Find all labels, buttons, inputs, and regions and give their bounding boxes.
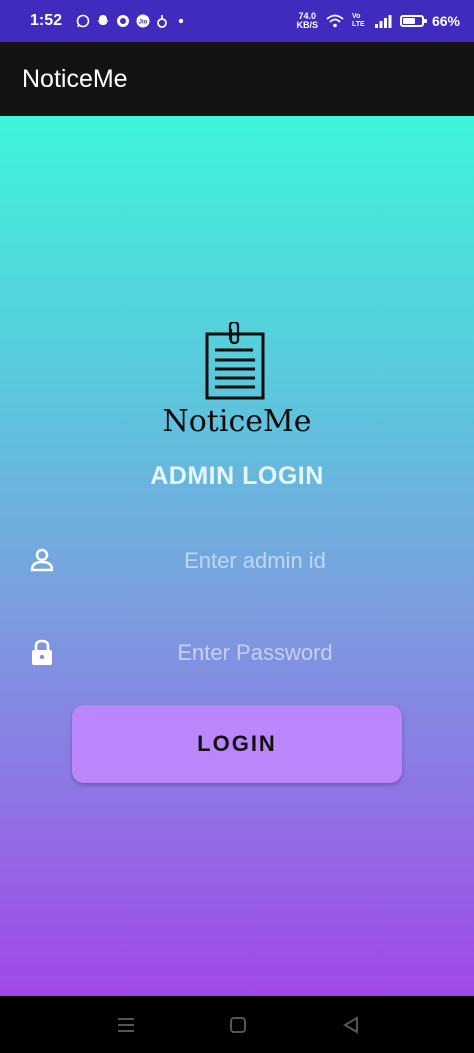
password-row xyxy=(0,628,474,674)
status-bar: 1:52 Jio 74.0 KB/S Vo LTE 66% xyxy=(0,0,474,42)
signal-icon xyxy=(374,15,392,28)
battery-icon xyxy=(399,15,427,27)
login-screen: NoticeMe ADMIN LOGIN LOGIN xyxy=(0,116,474,996)
jio-icon: Jio xyxy=(136,14,150,28)
status-time: 1:52 xyxy=(30,12,63,29)
lock-icon xyxy=(32,639,52,665)
app-icon xyxy=(157,15,167,28)
person-icon xyxy=(30,548,54,572)
app-bar: NoticeMe xyxy=(0,42,474,116)
wifi-icon xyxy=(326,14,344,28)
snapchat-icon xyxy=(97,15,109,25)
app-title: NoticeMe xyxy=(22,64,128,93)
notification-icons: Jio xyxy=(76,14,188,28)
home-icon[interactable] xyxy=(227,1014,249,1036)
password-input[interactable] xyxy=(80,632,430,674)
battery-percent: 66% xyxy=(431,13,460,29)
menu-icon[interactable] xyxy=(115,1014,137,1036)
system-status: 74.0 KB/S Vo LTE 66% xyxy=(296,12,460,30)
dot-icon xyxy=(178,18,184,24)
login-heading: ADMIN LOGIN xyxy=(150,462,324,490)
admin-id-row xyxy=(0,536,474,582)
circle-app-icon xyxy=(117,15,130,27)
svg-text:Jio: Jio xyxy=(139,20,148,26)
brand-name: NoticeMe xyxy=(162,404,312,439)
whatsapp-icon xyxy=(76,14,90,28)
volte-indicator: Vo LTE xyxy=(351,13,365,28)
navigation-bar xyxy=(0,996,474,1053)
login-button[interactable]: LOGIN xyxy=(72,705,402,783)
back-icon[interactable] xyxy=(340,1014,362,1036)
battery-fill xyxy=(402,18,415,24)
notice-board-icon xyxy=(205,322,265,400)
admin-id-input[interactable] xyxy=(80,540,430,582)
network-speed: 74.0 KB/S xyxy=(296,12,318,30)
network-speed-unit: KB/S xyxy=(296,20,318,30)
